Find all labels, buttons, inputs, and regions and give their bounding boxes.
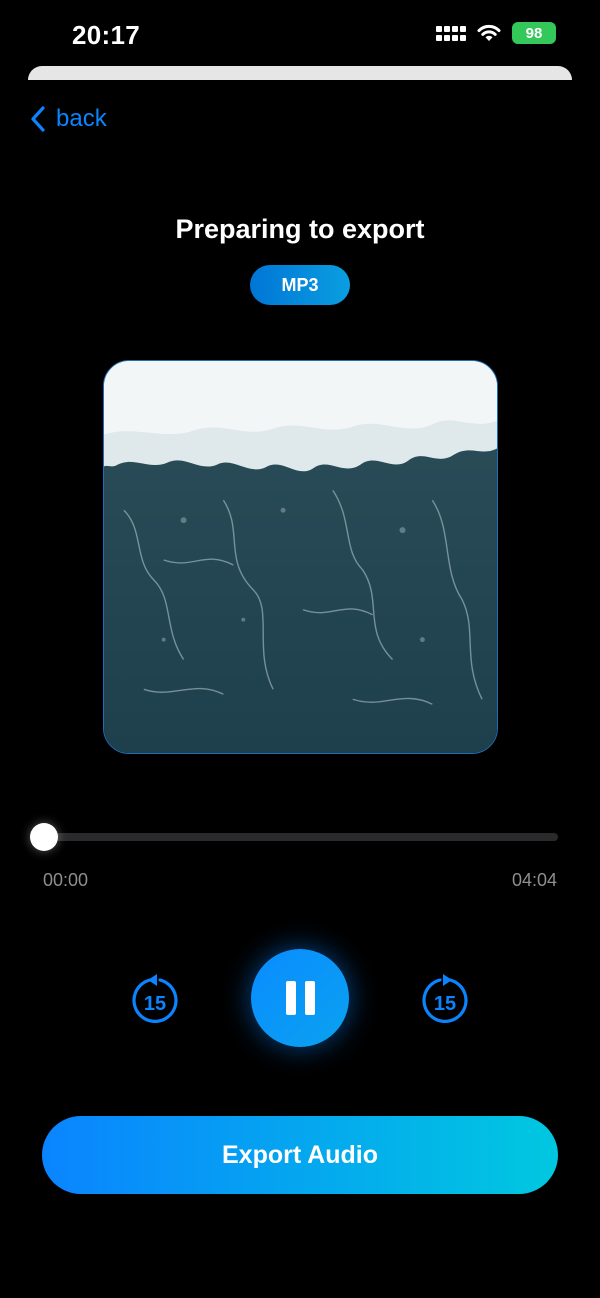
back-label: back [56, 105, 107, 132]
album-artwork [103, 360, 498, 754]
chevron-left-icon [31, 106, 45, 132]
elapsed-time: 00:00 [43, 870, 89, 890]
skip-back-seconds: 15 [144, 993, 166, 1015]
progress-track[interactable] [44, 833, 558, 841]
skip-forward-seconds: 15 [434, 993, 456, 1015]
pause-icon-bar [304, 981, 315, 1015]
export-audio-button[interactable]: Export Audio [42, 1116, 558, 1194]
skip-forward-button[interactable]: 15 [420, 972, 470, 1024]
progress-knob[interactable] [30, 823, 58, 851]
total-duration: 04:04 [511, 870, 557, 890]
page-title: Preparing to export [175, 214, 425, 244]
format-badge: MP3 [250, 265, 350, 305]
skip-forward-15-icon: 15 [422, 974, 468, 1023]
status-time: 20:17 [72, 20, 140, 50]
wifi-icon [477, 24, 501, 41]
status-icons: 98 [436, 22, 556, 44]
battery-icon: 98 [512, 22, 556, 44]
pause-button[interactable] [251, 949, 349, 1047]
skip-back-15-icon: 15 [132, 974, 178, 1023]
skip-back-button[interactable]: 15 [130, 972, 180, 1024]
cellular-signal-icon [436, 25, 466, 41]
pause-icon [285, 981, 296, 1015]
back-button[interactable]: back [28, 104, 107, 134]
battery-level: 98 [525, 24, 543, 42]
